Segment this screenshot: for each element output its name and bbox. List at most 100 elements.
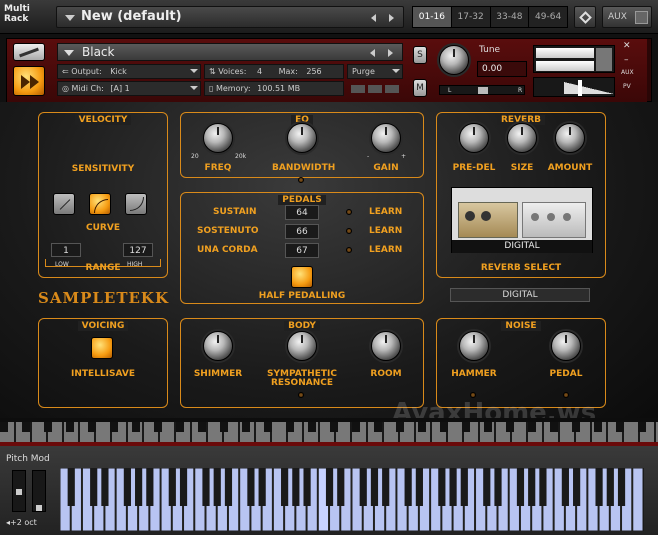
rack-edit-button[interactable] [574,6,596,28]
black-key[interactable] [224,468,233,506]
black-key[interactable] [213,468,221,506]
octave-shift-selector[interactable]: ◂+2 oct [6,518,37,527]
black-key[interactable] [460,468,468,506]
preset-prev-icon[interactable] [371,14,376,22]
black-key[interactable] [135,468,143,506]
black-key[interactable] [539,468,547,506]
pedal-noise-knob[interactable] [551,331,581,361]
range-high-field[interactable]: 127 [123,243,153,257]
close-icon[interactable]: ✕ [623,41,631,51]
volume-slider[interactable] [533,77,615,97]
black-key[interactable] [573,468,581,506]
reverb-size-knob[interactable] [507,123,537,153]
reverb-amount-knob[interactable] [555,123,585,153]
una-corda-learn-button[interactable]: LEARN [369,245,402,255]
instrument-prev-icon[interactable] [370,49,375,57]
volume-handle[interactable] [578,80,582,96]
eq-power-led[interactable] [298,177,304,183]
black-key[interactable] [90,468,98,506]
eq-bandwidth-knob[interactable] [287,123,317,153]
black-key[interactable] [438,468,446,506]
black-key[interactable] [404,468,412,506]
purge-dropdown-icon[interactable] [392,69,400,73]
black-key[interactable] [483,468,491,506]
black-key[interactable] [337,468,345,506]
black-key[interactable] [370,468,379,506]
half-pedalling-button[interactable] [291,266,313,288]
black-key[interactable] [528,468,536,506]
minimize-icon[interactable]: – [624,55,629,65]
tune-knob[interactable] [439,45,469,75]
reverb-type-selector[interactable]: DIGITAL [450,288,590,302]
white-key[interactable] [632,468,644,531]
black-key[interactable] [101,468,109,506]
preset-next-icon[interactable] [389,14,394,22]
sustain-learn-button[interactable]: LEARN [369,207,402,217]
black-key[interactable] [303,468,311,506]
black-key[interactable] [292,468,300,506]
midi-channel-selector[interactable]: ◎ Midi Ch: [A] 1 [57,81,201,96]
curve-log-button[interactable] [89,193,111,215]
tab-17-32[interactable]: 17-32 [452,7,491,27]
shimmer-knob[interactable] [203,331,233,361]
black-key[interactable] [67,468,75,506]
black-key[interactable] [325,468,334,506]
reverb-predelay-knob[interactable] [459,123,489,153]
black-key[interactable] [561,468,569,506]
room-knob[interactable] [371,331,401,361]
black-key[interactable] [606,468,614,506]
sympathetic-resonance-knob[interactable] [287,331,317,361]
pan-handle[interactable] [478,87,488,94]
black-key[interactable] [247,468,255,506]
una-corda-cc-field[interactable]: 67 [285,243,319,258]
mod-wheel[interactable] [32,470,46,512]
skip-forward-button[interactable] [13,66,45,96]
curve-linear-button[interactable] [53,193,75,215]
instrument-next-icon[interactable] [388,49,393,57]
black-key[interactable] [281,468,289,506]
black-key[interactable] [382,468,390,506]
intellisave-button[interactable] [91,337,113,359]
resonance-led[interactable] [298,392,304,398]
black-key[interactable] [202,468,210,506]
max-voices-value[interactable]: 256 [306,67,321,76]
hammer-noise-knob[interactable] [459,331,489,361]
pitch-bend-wheel[interactable] [12,470,26,512]
black-key[interactable] [123,468,131,506]
sostenuto-cc-field[interactable]: 66 [285,224,319,239]
black-key[interactable] [595,468,603,506]
black-key[interactable] [258,468,266,506]
preset-dropdown-icon[interactable] [65,15,75,21]
preset-selector[interactable]: New (default) [56,6,404,28]
pv-label[interactable]: PV [623,83,631,90]
sustain-cc-field[interactable]: 64 [285,205,319,220]
black-key[interactable] [415,468,423,506]
midi-dropdown-icon[interactable] [190,86,198,90]
piano-keyboard[interactable] [60,468,644,531]
black-key[interactable] [359,468,367,506]
black-key[interactable] [179,468,188,506]
eq-freq-knob[interactable] [203,123,233,153]
reverb-preview-image[interactable]: DIGITAL [451,187,593,253]
black-key[interactable] [516,468,525,506]
black-key[interactable] [494,468,502,506]
tune-value[interactable]: 0.00 [477,61,527,77]
black-key[interactable] [449,468,457,506]
curve-exp-button[interactable] [125,193,147,215]
black-key[interactable] [617,468,626,506]
wrench-button[interactable] [13,43,45,61]
sostenuto-learn-button[interactable]: LEARN [369,226,402,236]
black-key[interactable] [168,468,176,506]
black-key[interactable] [146,468,154,506]
aux-button[interactable]: AUX [602,6,652,28]
output-selector[interactable]: ⇐ Output: Kick [57,64,201,79]
output-dropdown-icon[interactable] [190,69,198,73]
instrument-dropdown-icon[interactable] [64,50,74,56]
purge-menu[interactable]: Purge [347,64,403,79]
tab-49-64[interactable]: 49-64 [529,7,567,27]
mute-button[interactable]: M [413,79,427,97]
range-low-field[interactable]: 1 [51,243,81,257]
eq-gain-knob[interactable] [371,123,401,153]
tab-01-16[interactable]: 01-16 [413,7,452,27]
solo-button[interactable]: S [413,46,427,64]
